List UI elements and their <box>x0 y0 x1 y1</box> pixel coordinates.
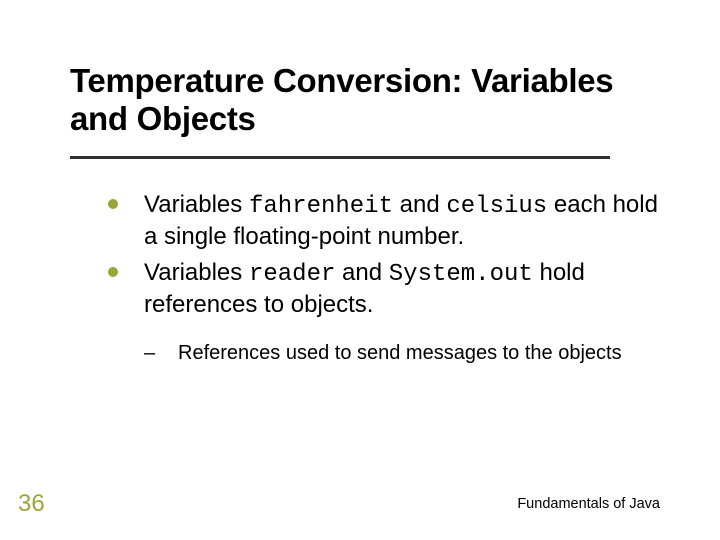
bullet-item: Variables fahrenheit and celsius each ho… <box>108 190 658 252</box>
dash-bullet-icon: – <box>144 340 155 366</box>
disc-bullet-icon <box>108 199 118 209</box>
sub-bullet-item: – References used to send messages to th… <box>144 340 658 366</box>
page-number: 36 <box>18 490 45 518</box>
bullet-text: Variables reader and System.out hold ref… <box>144 259 585 318</box>
sub-bullet-text: References used to send messages to the … <box>178 342 622 364</box>
slide-title: Temperature Conversion: Variables and Ob… <box>70 62 660 138</box>
text-run: and <box>393 191 446 218</box>
code-run: reader <box>249 261 335 288</box>
code-run: celsius <box>446 193 547 220</box>
bullet-text: Variables fahrenheit and celsius each ho… <box>144 191 658 250</box>
title-underline <box>70 156 610 159</box>
code-run: fahrenheit <box>249 193 393 220</box>
text-run: Variables <box>144 259 249 286</box>
text-run: Variables <box>144 191 249 218</box>
text-run: and <box>335 259 388 286</box>
slide-body: Variables fahrenheit and celsius each ho… <box>108 190 658 366</box>
footer-text: Fundamentals of Java <box>517 496 660 512</box>
code-run: System.out <box>389 261 533 288</box>
bullet-item: Variables reader and System.out hold ref… <box>108 258 658 320</box>
disc-bullet-icon <box>108 267 118 277</box>
slide: Temperature Conversion: Variables and Ob… <box>0 0 720 540</box>
